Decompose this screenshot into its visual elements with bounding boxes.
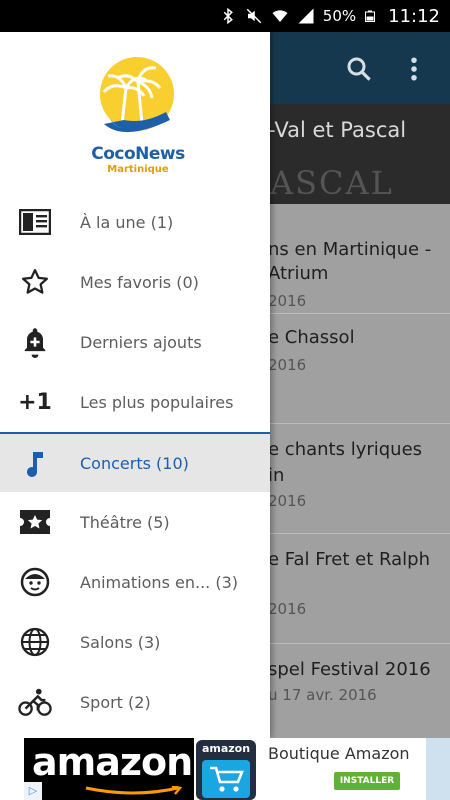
coconews-logo: CocoNews Martinique	[91, 52, 185, 182]
card-title: e Chassol	[268, 327, 355, 348]
hero-title: -Val et Pascal	[268, 118, 407, 142]
drawer-item-label: Sport (2)	[80, 692, 151, 712]
drawer-item-label: À la une (1)	[80, 212, 174, 232]
drawer-item-label: Théâtre (5)	[80, 512, 170, 532]
globe-icon	[18, 626, 52, 658]
card-date: 2016	[268, 356, 307, 374]
card-title-line2: Atrium	[268, 263, 329, 284]
signal-icon	[298, 8, 314, 24]
amazon-app-icon[interactable]: amazon	[196, 740, 256, 800]
search-icon[interactable]	[344, 54, 374, 84]
card-title: e Fal Fret et Ralph	[268, 549, 430, 570]
amazon-smile-icon	[85, 786, 183, 795]
battery-percent: 50%	[322, 7, 357, 25]
clock: 11:12	[388, 5, 440, 27]
drawer-item-label: Animations en... (3)	[80, 572, 238, 592]
drawer-menu: À la une (1) Mes favoris (0) Derniers aj…	[0, 192, 270, 732]
newspaper-icon	[18, 206, 52, 238]
drawer-item-sport[interactable]: Sport (2)	[0, 672, 270, 732]
drawer-item-label: Derniers ajouts	[80, 332, 202, 352]
palm-tree-logo-icon	[100, 57, 174, 133]
card-date: u 17 avr. 2016	[268, 686, 377, 704]
card-date: 2016	[268, 492, 307, 510]
card-date: 2016	[268, 292, 307, 310]
plus-one-icon: +1	[18, 389, 52, 415]
card-title: spel Festival 2016	[268, 659, 431, 680]
star-icon	[18, 266, 52, 298]
status-bar: 50% 11:12	[0, 0, 450, 32]
card-title: e chants lyriques	[268, 439, 423, 460]
child-face-icon	[18, 566, 52, 598]
card-title-line2: in	[268, 465, 285, 486]
logo-region: Martinique	[107, 164, 169, 175]
drawer-item-favoris[interactable]: Mes favoris (0)	[0, 252, 270, 312]
drawer-item-concerts[interactable]: Concerts (10)	[0, 432, 270, 492]
drawer-item-label: Mes favoris (0)	[80, 272, 199, 292]
bike-icon	[18, 686, 52, 718]
hero-decoration: ASCAL	[270, 164, 394, 202]
drawer-item-theatre[interactable]: Théâtre (5)	[0, 492, 270, 552]
drawer-item-populaires[interactable]: +1 Les plus populaires	[0, 372, 270, 432]
screen: 50% 11:12 -Val et Pascal ASCAL ns en Mar…	[0, 0, 450, 800]
drawer-item-animations[interactable]: Animations en... (3)	[0, 552, 270, 612]
more-options-icon[interactable]	[404, 54, 424, 84]
install-button[interactable]: INSTALLER	[334, 772, 400, 790]
drawer-item-derniers-ajouts[interactable]: Derniers ajouts	[0, 312, 270, 372]
mute-icon	[246, 8, 262, 24]
ad-banner[interactable]: amazon ▷ amazon Boutique Amazon INSTALLE…	[0, 738, 450, 800]
wifi-icon	[272, 10, 288, 22]
ad-choices-icon[interactable]: ▷	[24, 782, 42, 800]
ad-headline: Boutique Amazon	[268, 744, 410, 763]
logo-brand: CocoNews	[91, 144, 185, 164]
navigation-drawer: CocoNews Martinique À la une (1) Mes fav…	[0, 32, 270, 738]
battery-icon	[365, 10, 376, 22]
drawer-item-label: Salons (3)	[80, 632, 161, 652]
ad-brand-word: amazon	[32, 740, 193, 784]
ad-right-edge	[426, 738, 450, 800]
drawer-item-label: Concerts (10)	[80, 453, 189, 473]
ticket-star-icon	[18, 506, 52, 538]
card-date: 2016	[268, 600, 307, 618]
app-icon-word: amazon	[201, 742, 251, 755]
shopping-cart-icon	[202, 760, 250, 798]
music-note-icon	[18, 448, 52, 480]
bluetooth-icon	[223, 7, 233, 25]
ad-brand-panel[interactable]: amazon	[24, 738, 194, 800]
drawer-item-a-la-une[interactable]: À la une (1)	[0, 192, 270, 252]
bell-plus-icon	[18, 326, 52, 358]
drawer-item-salons[interactable]: Salons (3)	[0, 612, 270, 672]
drawer-item-label: Les plus populaires	[80, 392, 234, 412]
card-title: ns en Martinique -	[268, 239, 432, 260]
